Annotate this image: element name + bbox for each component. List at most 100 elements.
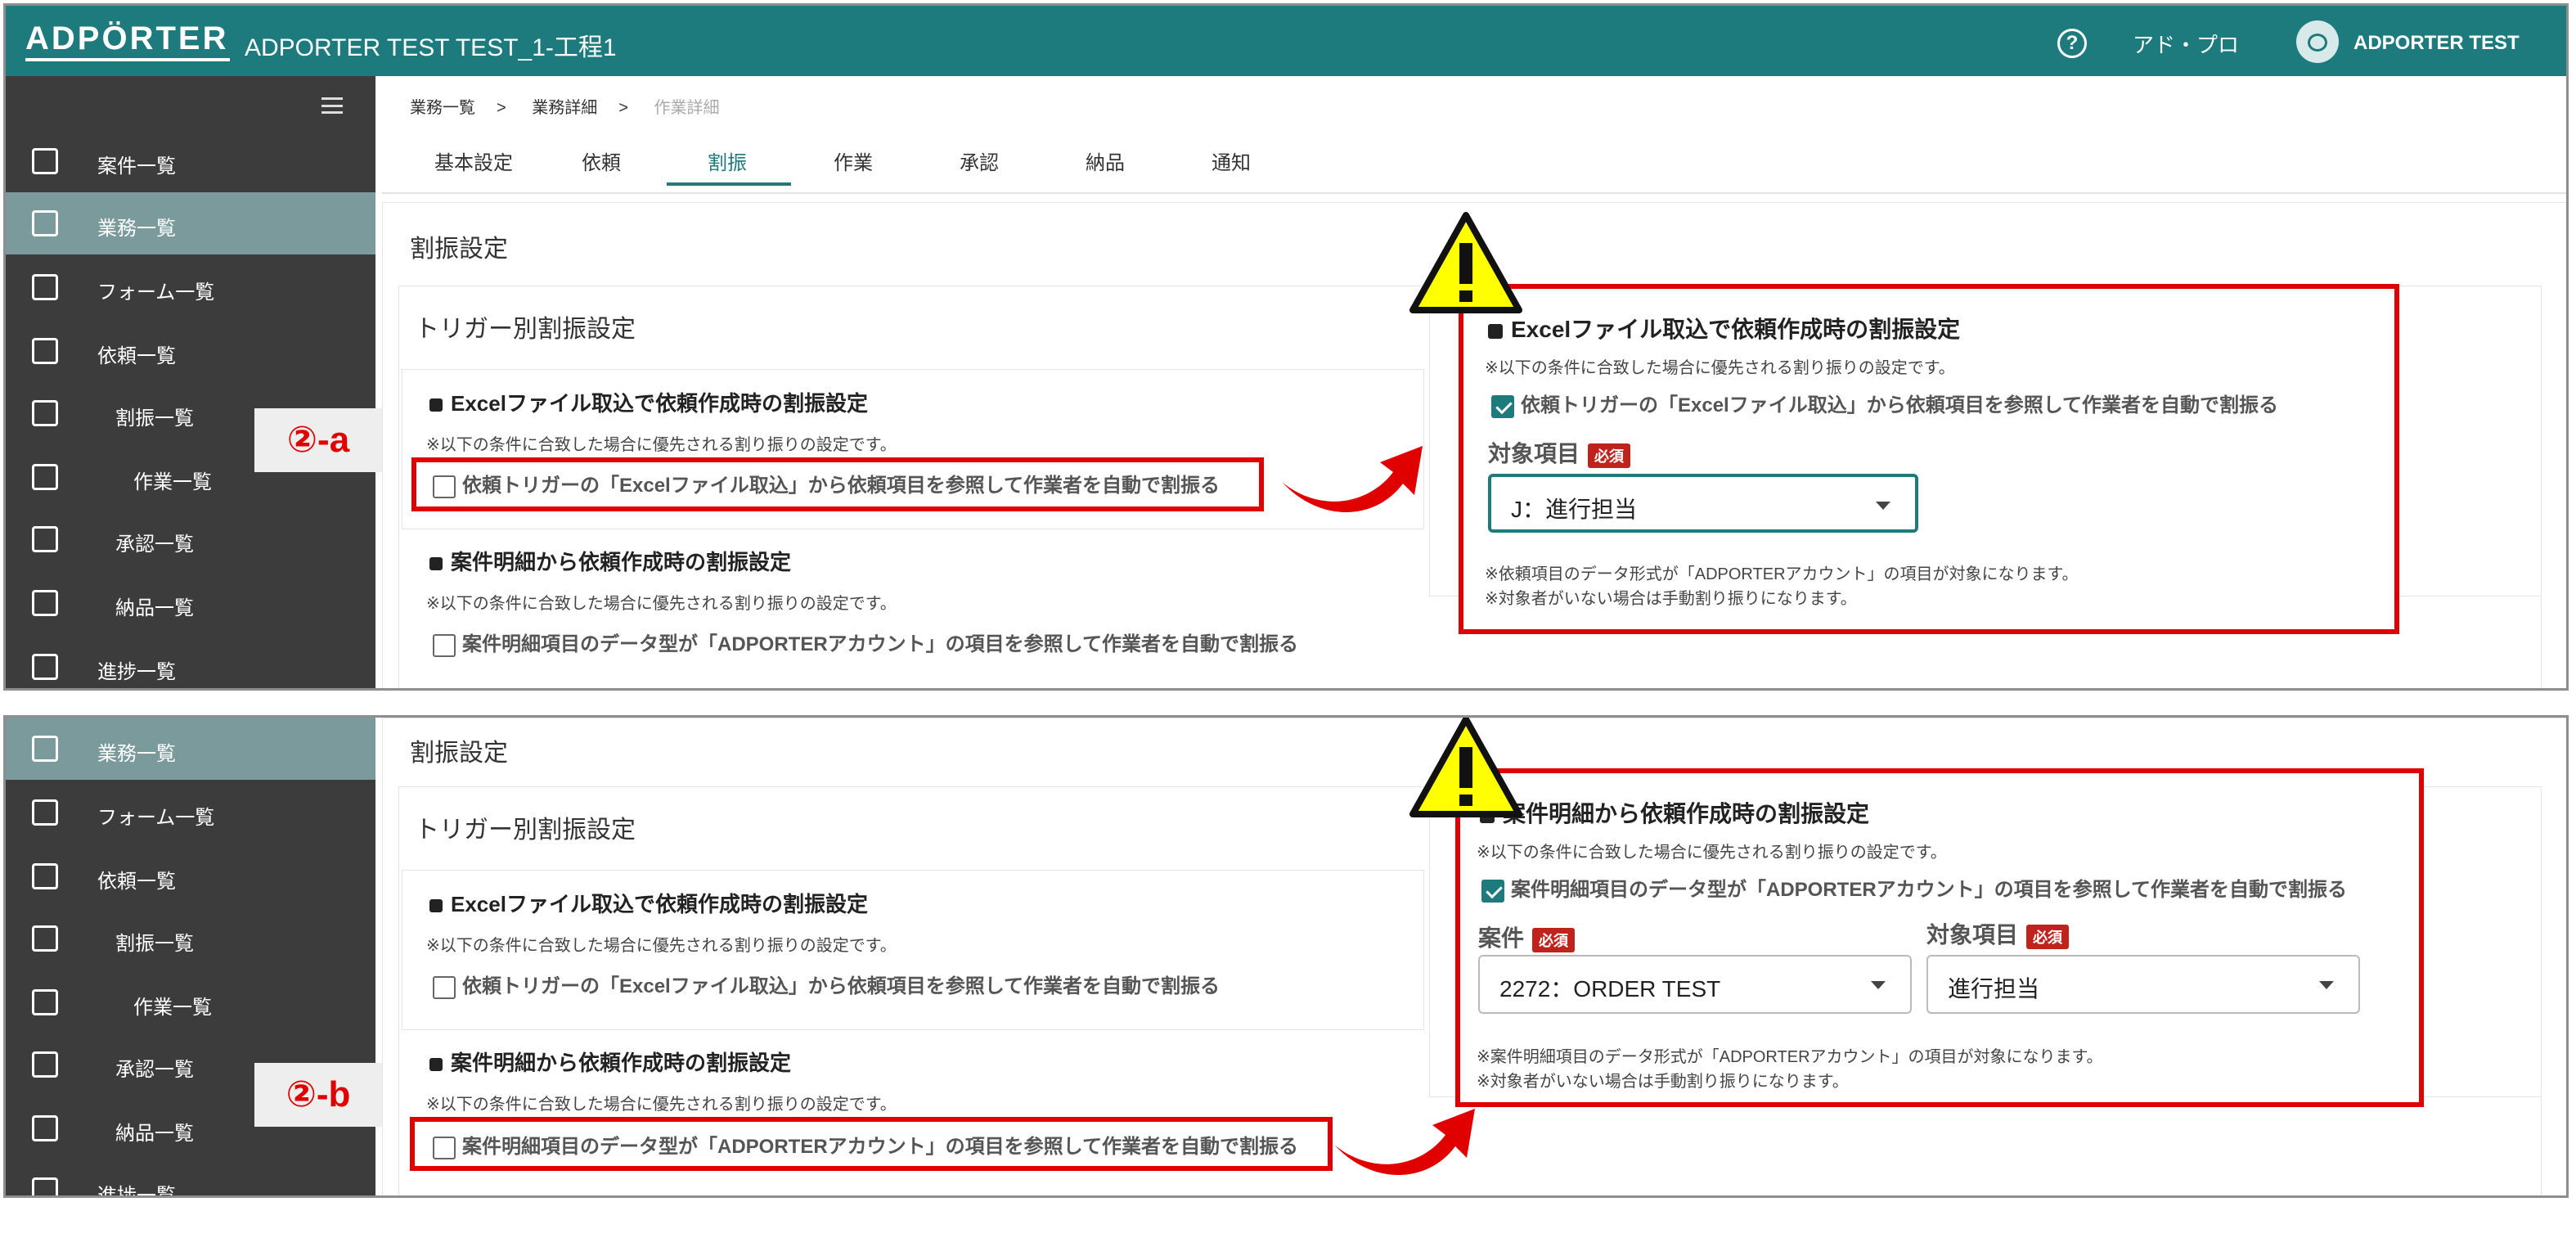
checkbox[interactable] bbox=[433, 975, 456, 999]
trigger-heading: トリガー別割振設定 bbox=[415, 817, 636, 844]
select-value: 進行担当 bbox=[1948, 976, 2040, 1002]
zoom-excel-checkbox[interactable]: 依頼トリガーの「Excelファイル取込」から依頼項目を参照して作業者を自動で割振… bbox=[1491, 389, 2278, 418]
user-name[interactable]: ADPORTER TEST bbox=[2353, 32, 2520, 55]
sidebar-item-tasks[interactable]: 業務一覧 bbox=[6, 192, 375, 254]
approval-icon bbox=[32, 526, 58, 552]
tab-work[interactable]: 作業 bbox=[834, 146, 873, 175]
step-label-2b: ②-b bbox=[254, 1063, 382, 1127]
zoom-case-title: 案件明細から依頼作成時の割振設定 bbox=[1480, 796, 1869, 829]
checkbox[interactable] bbox=[433, 633, 456, 657]
case-section-note: ※以下の条件に合致した場合に優先される割り振りの設定です。 bbox=[426, 595, 897, 613]
form-icon bbox=[32, 799, 58, 826]
approval-icon bbox=[32, 1051, 58, 1078]
red-arrow bbox=[1334, 1109, 1475, 1175]
clock-icon bbox=[32, 1177, 58, 1195]
warning-icon bbox=[1409, 212, 1522, 313]
breadcrumb-current: 作業詳細 bbox=[654, 99, 720, 117]
sidebar-item-label: 承認一覧 bbox=[115, 533, 194, 556]
logo-underline bbox=[25, 58, 230, 61]
sidebar-item-label: 承認一覧 bbox=[115, 1059, 194, 1081]
tab-basic[interactable]: 基本設定 bbox=[434, 146, 513, 175]
tab-approval[interactable]: 承認 bbox=[960, 146, 999, 175]
zoom-callout-a: Excelファイル取込で依頼作成時の割振設定 ※以下の条件に合致した場合に優先さ… bbox=[1459, 284, 2399, 634]
case-section-title: 案件明細から依頼作成時の割振設定 bbox=[429, 546, 791, 576]
avatar[interactable] bbox=[2296, 20, 2339, 63]
case-select[interactable]: 2272：ORDER TEST bbox=[1478, 955, 1912, 1014]
sidebar-item-progress[interactable]: 進捗一覧 bbox=[6, 1159, 375, 1195]
field-label-text: 案件 bbox=[1478, 925, 1525, 951]
truck-icon bbox=[32, 590, 58, 616]
active-tab-indicator bbox=[667, 182, 791, 186]
settings-heading: 割振設定 bbox=[410, 740, 508, 767]
login-icon bbox=[32, 863, 58, 889]
chevron-down-icon bbox=[2319, 981, 2334, 989]
zoom-note: ※以下の条件に合致した場合に優先される割り振りの設定です。 bbox=[1485, 359, 1955, 377]
zoom-note-2: ※対象者がいない場合は手動割り振りになります。 bbox=[1477, 1073, 1849, 1091]
excel-section-title: Excelファイル取込で依頼作成時の割振設定 bbox=[429, 888, 868, 918]
zoom-note-1: ※依頼項目のデータ形式が「ADPORTERアカウント」の項目が対象になります。 bbox=[1485, 565, 2079, 583]
divider bbox=[382, 192, 2566, 194]
sidebar-item-assignments[interactable]: 割振一覧 bbox=[6, 907, 375, 970]
document-icon bbox=[32, 148, 58, 174]
checkbox-label: 依頼トリガーの「Excelファイル取込」から依頼項目を参照して作業者を自動で割振… bbox=[1521, 394, 2278, 416]
sidebar-item-label: 依頼一覧 bbox=[97, 345, 176, 367]
organization-name[interactable]: アド・プロ bbox=[2133, 29, 2239, 59]
app-title: ADPORTER TEST TEST_1-工程1 bbox=[245, 34, 617, 61]
sidebar-item-work[interactable]: 作業一覧 bbox=[6, 971, 375, 1033]
form-icon bbox=[32, 274, 58, 300]
case-auto-assign-checkbox[interactable]: 案件明細項目のデータ型が「ADPORTERアカウント」の項目を参照して作業者を自… bbox=[433, 628, 1298, 657]
checkbox-label: 案件明細項目のデータ型が「ADPORTERアカウント」の項目を参照して作業者を自… bbox=[462, 633, 1298, 655]
sidebar-item-forms[interactable]: フォーム一覧 bbox=[6, 781, 375, 844]
sidebar-item-cases[interactable]: 案件一覧 bbox=[6, 130, 375, 192]
sidebar-item-approvals[interactable]: 承認一覧 bbox=[6, 508, 375, 570]
required-badge: 必須 bbox=[1588, 443, 1631, 468]
question-circle-icon[interactable]: ? bbox=[2057, 29, 2087, 58]
target-field-select[interactable]: 進行担当 bbox=[1926, 955, 2360, 1014]
target-field-select[interactable]: J：進行担当 bbox=[1488, 474, 1918, 533]
sidebar-item-label: 納品一覧 bbox=[115, 597, 194, 619]
sidebar-item-forms[interactable]: フォーム一覧 bbox=[6, 256, 375, 318]
truck-icon bbox=[32, 1115, 58, 1141]
breadcrumb-item[interactable]: 業務一覧 bbox=[410, 99, 475, 117]
tab-delivery[interactable]: 納品 bbox=[1086, 146, 1125, 175]
target-field-label: 対象項目 必須 bbox=[1488, 436, 1631, 469]
sidebar-item-label: 依頼一覧 bbox=[97, 871, 176, 893]
sidebar-item-label: 案件一覧 bbox=[97, 155, 176, 178]
sidebar-item-deliveries[interactable]: 納品一覧 bbox=[6, 572, 375, 634]
people-icon bbox=[32, 400, 58, 426]
sidebar-item-progress[interactable]: 進捗一覧 bbox=[6, 636, 375, 688]
sidebar-item-label: 作業一覧 bbox=[133, 997, 212, 1019]
checkbox-checked[interactable] bbox=[1491, 394, 1514, 418]
building-icon bbox=[32, 210, 58, 236]
zoom-note-2: ※対象者がいない場合は手動割り振りになります。 bbox=[1485, 590, 1857, 608]
step-label-2a: ②-a bbox=[254, 408, 382, 472]
login-icon bbox=[32, 338, 58, 364]
monitor-icon bbox=[32, 989, 58, 1015]
checkbox-checked[interactable] bbox=[1481, 879, 1504, 903]
tab-request[interactable]: 依頼 bbox=[582, 146, 621, 175]
breadcrumb-item[interactable]: 業務詳細 bbox=[532, 99, 597, 117]
sidebar-item-label: 進捗一覧 bbox=[97, 661, 176, 683]
highlight-box bbox=[410, 1117, 1333, 1171]
sidebar-item-label: 納品一覧 bbox=[115, 1123, 194, 1145]
tab-notification[interactable]: 通知 bbox=[1212, 146, 1251, 175]
highlight-box bbox=[411, 457, 1264, 511]
zoom-case-checkbox[interactable]: 案件明細項目のデータ型が「ADPORTERアカウント」の項目を参照して作業者を自… bbox=[1481, 873, 2347, 903]
hamburger-menu-icon[interactable] bbox=[321, 97, 343, 114]
sidebar-item-requests[interactable]: 依頼一覧 bbox=[6, 845, 375, 907]
chevron-down-icon bbox=[1876, 502, 1890, 510]
sidebar-item-requests[interactable]: 依頼一覧 bbox=[6, 320, 375, 382]
field-label-text: 対象項目 bbox=[1926, 922, 2019, 948]
tab-assignment[interactable]: 割振 bbox=[708, 146, 747, 175]
select-value: 2272：ORDER TEST bbox=[1499, 976, 1721, 1002]
sidebar-item-label: 作業一覧 bbox=[133, 471, 212, 493]
sidebar-item-label: フォーム一覧 bbox=[97, 807, 215, 829]
sidebar-item-tasks[interactable]: 業務一覧 bbox=[6, 718, 375, 780]
case-field-label: 案件 必須 bbox=[1478, 921, 1576, 953]
excel-auto-assign-checkbox[interactable]: 依頼トリガーの「Excelファイル取込」から依頼項目を参照して作業者を自動で割振… bbox=[433, 970, 1220, 999]
warning-icon bbox=[1409, 718, 1522, 817]
select-value: J：進行担当 bbox=[1511, 497, 1638, 522]
monitor-icon bbox=[32, 464, 58, 490]
case-section-note: ※以下の条件に合致した場合に優先される割り振りの設定です。 bbox=[426, 1096, 897, 1114]
zoom-excel-title: Excelファイル取込で依頼作成時の割振設定 bbox=[1488, 312, 1960, 344]
